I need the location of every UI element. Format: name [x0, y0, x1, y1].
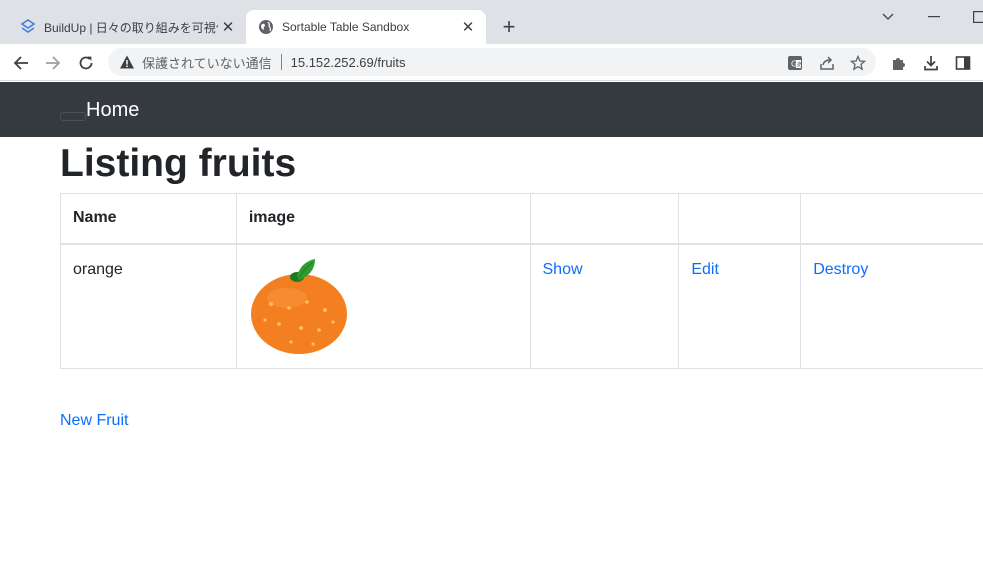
show-link[interactable]: Show	[543, 261, 583, 278]
table-row: orange Show Edit Destroy	[60, 243, 983, 369]
navbar-brand-home-link[interactable]: Home	[86, 99, 139, 122]
column-header-edit	[678, 193, 802, 245]
extensions-puzzle-icon[interactable]	[886, 50, 912, 76]
column-header-show	[529, 193, 680, 245]
new-tab-button[interactable]: +	[498, 14, 520, 39]
orange-fruit-image	[250, 258, 347, 354]
globe-icon	[259, 20, 273, 34]
fruit-image-cell	[235, 243, 531, 369]
browser-tab-strip: BuildUp | 日々の取り組みを可視化 ✕ Sortable Table S…	[0, 0, 983, 44]
column-header-destroy	[800, 193, 983, 245]
buildup-favicon-icon	[20, 19, 36, 33]
back-arrow-icon[interactable]	[8, 50, 34, 76]
column-header-name: Name	[60, 193, 237, 245]
column-header-image: image	[235, 193, 531, 245]
tab-title: Sortable Table Sandbox	[282, 20, 410, 34]
browser-tab-sortable[interactable]: Sortable Table Sandbox ✕	[246, 10, 486, 44]
page-title: Listing fruits	[60, 142, 297, 185]
maximize-icon[interactable]	[966, 6, 983, 28]
close-tab-icon[interactable]: ✕	[458, 17, 478, 37]
download-icon[interactable]	[918, 50, 944, 76]
address-bar[interactable]: 保護されていない通信 15.152.252.69/fruits Gあ	[108, 48, 876, 76]
browser-toolbar: 保護されていない通信 15.152.252.69/fruits Gあ	[0, 44, 983, 81]
side-panel-icon[interactable]	[950, 50, 976, 76]
svg-text:あ: あ	[797, 62, 803, 69]
site-navbar: Home	[0, 82, 983, 137]
edit-cell: Edit	[678, 243, 802, 369]
browser-tab-buildup[interactable]: BuildUp | 日々の取り組みを可視化 ✕	[8, 10, 246, 44]
edit-link[interactable]: Edit	[691, 261, 719, 278]
new-fruit-link[interactable]: New Fruit	[60, 412, 128, 430]
destroy-cell: Destroy	[800, 243, 983, 369]
tab-search-chevron-icon[interactable]	[875, 6, 901, 28]
tab-title: BuildUp | 日々の取り組みを可視化	[44, 20, 218, 35]
table-header-row: Name image	[60, 193, 983, 245]
translate-icon[interactable]: Gあ	[786, 54, 804, 72]
reload-icon[interactable]	[73, 50, 99, 76]
share-icon[interactable]	[818, 54, 836, 72]
destroy-link[interactable]: Destroy	[813, 261, 868, 278]
address-separator	[280, 54, 282, 70]
show-cell: Show	[529, 243, 680, 369]
minimize-icon[interactable]	[921, 6, 947, 28]
url-text: 15.152.252.69/fruits	[290, 54, 406, 70]
fruits-table: Name image orange Show Edit Destroy	[60, 193, 983, 369]
fruit-name-cell: orange	[60, 243, 237, 369]
forward-arrow-icon[interactable]	[40, 50, 66, 76]
security-status-text: 保護されていない通信	[142, 55, 272, 71]
navbar-toggler[interactable]	[60, 112, 86, 121]
close-tab-icon[interactable]: ✕	[218, 17, 238, 37]
bookmark-star-icon[interactable]	[849, 54, 867, 72]
not-secure-warning-icon	[120, 55, 134, 69]
